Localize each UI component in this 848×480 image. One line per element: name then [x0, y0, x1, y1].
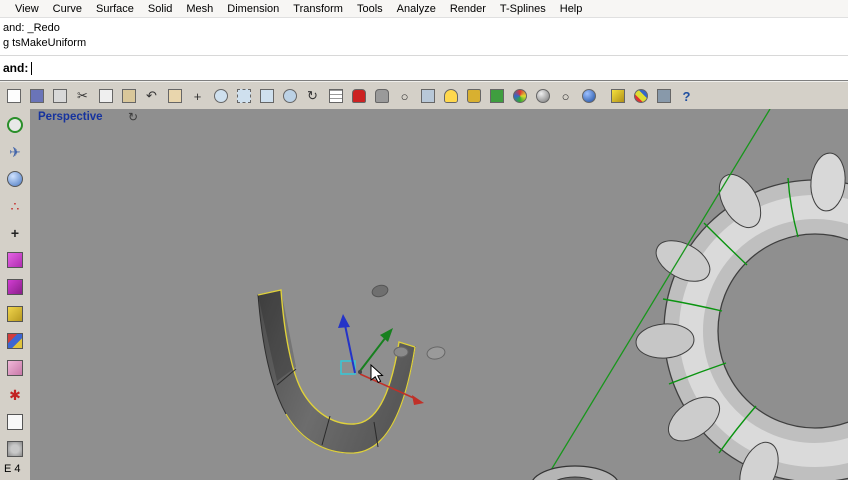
- undo-icon[interactable]: ↶: [141, 86, 162, 107]
- command-history-line: and: _Redo: [3, 22, 60, 34]
- new-file-icon[interactable]: [3, 86, 24, 107]
- perspective-viewport[interactable]: Perspective ↻: [30, 109, 848, 480]
- lock-icon[interactable]: [463, 86, 484, 107]
- tsplines-box-icon[interactable]: [4, 249, 26, 271]
- help-icon[interactable]: ?: [676, 86, 697, 107]
- gears-icon[interactable]: [4, 438, 26, 460]
- render-red-icon[interactable]: [348, 86, 369, 107]
- pan-view-icon[interactable]: [164, 86, 185, 107]
- menu-tsplines[interactable]: T-Splines: [493, 1, 553, 17]
- status-text: E 4: [4, 463, 21, 475]
- menu-analyze[interactable]: Analyze: [390, 1, 443, 17]
- save-icon[interactable]: [26, 86, 47, 107]
- left-tool-sidebar: ✈ ∴ + ✱: [0, 109, 31, 480]
- selection-filter-icon[interactable]: [607, 86, 628, 107]
- points-icon[interactable]: ∴: [4, 195, 26, 217]
- layers-icon[interactable]: [486, 86, 507, 107]
- main-toolbar: ✂ ↶ + ↻ ○ ○ ?: [0, 81, 848, 111]
- power-icon[interactable]: [4, 114, 26, 136]
- blue-sphere-icon[interactable]: [578, 86, 599, 107]
- menu-view[interactable]: View: [8, 1, 46, 17]
- move-icon[interactable]: +: [187, 86, 208, 107]
- gumball-z-arrow[interactable]: [344, 324, 356, 374]
- eraser-icon[interactable]: [4, 357, 26, 379]
- command-prompt-label: and:: [3, 61, 29, 75]
- command-prompt[interactable]: and:: [0, 55, 848, 82]
- sphere-icon[interactable]: [532, 86, 553, 107]
- zoom-extents-icon[interactable]: [256, 86, 277, 107]
- text-caret: [31, 61, 33, 75]
- menu-mesh[interactable]: Mesh: [179, 1, 220, 17]
- tsplines-toolbar-icon[interactable]: [653, 86, 674, 107]
- multi-box-icon[interactable]: [4, 330, 26, 352]
- paste-icon[interactable]: [118, 86, 139, 107]
- circle-tool-icon[interactable]: ○: [394, 86, 415, 107]
- gear-object[interactable]: [635, 152, 848, 480]
- menu-curve[interactable]: Curve: [46, 1, 89, 17]
- panel-icon[interactable]: [4, 411, 26, 433]
- menu-transform[interactable]: Transform: [286, 1, 350, 17]
- bottom-object[interactable]: [531, 465, 619, 480]
- plane-icon[interactable]: ✈: [4, 141, 26, 163]
- menu-help[interactable]: Help: [553, 1, 590, 17]
- print-icon[interactable]: [49, 86, 70, 107]
- viewport-title[interactable]: Perspective: [38, 111, 103, 123]
- toolbar-separator: [601, 86, 605, 107]
- gumball-origin-dot: [358, 370, 362, 374]
- gumball-y-arrowhead[interactable]: [380, 328, 393, 342]
- options-gear-icon[interactable]: [630, 86, 651, 107]
- command-history: and: _Redo g tsMakeUniform: [0, 18, 848, 58]
- command-history-line: g tsMakeUniform: [3, 37, 87, 49]
- gumball-z-arrowhead[interactable]: [338, 314, 350, 328]
- copy-icon[interactable]: [95, 86, 116, 107]
- menu-surface[interactable]: Surface: [89, 1, 141, 17]
- menu-render[interactable]: Render: [443, 1, 493, 17]
- color-wheel-icon[interactable]: [509, 86, 530, 107]
- circle-outline-icon[interactable]: ○: [555, 86, 576, 107]
- zoom-selected-icon[interactable]: [279, 86, 300, 107]
- grid-snap-icon[interactable]: [325, 86, 346, 107]
- light-icon[interactable]: [440, 86, 461, 107]
- rotate-view-icon[interactable]: ↻: [302, 86, 323, 107]
- yellow-box-icon[interactable]: [4, 303, 26, 325]
- zoom-window-icon[interactable]: [233, 86, 254, 107]
- viewport-rotate-icon[interactable]: ↻: [128, 110, 138, 124]
- tsplines-box-alt-icon[interactable]: [4, 276, 26, 298]
- cut-icon[interactable]: ✂: [72, 86, 93, 107]
- point-cloud-icon[interactable]: [417, 86, 438, 107]
- axis-icon[interactable]: +: [4, 222, 26, 244]
- menu-dimension[interactable]: Dimension: [220, 1, 286, 17]
- ribbon-object[interactable]: [257, 289, 416, 454]
- globe-icon[interactable]: [4, 168, 26, 190]
- gumball-y-arrow[interactable]: [359, 336, 387, 372]
- menu-solid[interactable]: Solid: [141, 1, 179, 17]
- menu-tools[interactable]: Tools: [350, 1, 390, 17]
- asterisk-icon[interactable]: ✱: [4, 384, 26, 406]
- zoom-dynamic-icon[interactable]: [210, 86, 231, 107]
- gumball-x-arrowhead[interactable]: [412, 395, 424, 405]
- viewport-3d-canvas[interactable]: [30, 109, 848, 480]
- menu-bar: View Curve Surface Solid Mesh Dimension …: [0, 0, 848, 18]
- render-gray-icon[interactable]: [371, 86, 392, 107]
